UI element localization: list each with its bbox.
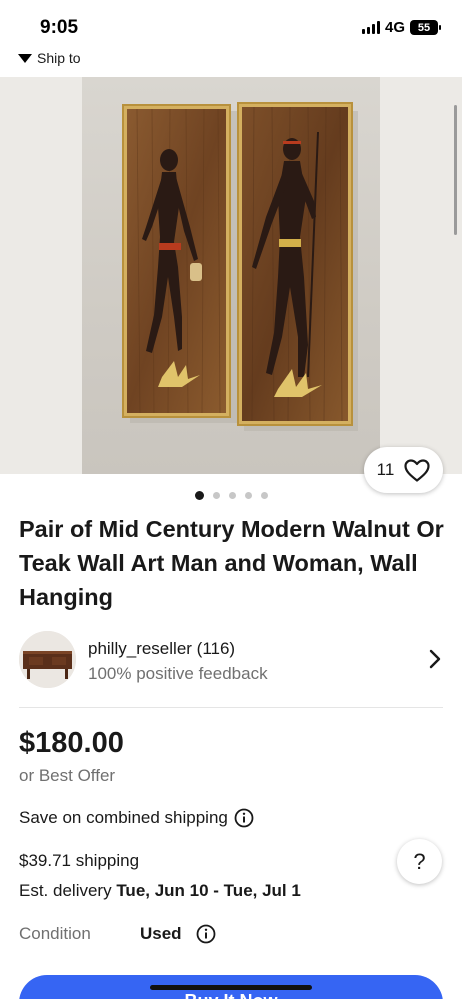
pagination-dot[interactable] bbox=[228, 492, 236, 499]
pagination-dot[interactable] bbox=[212, 492, 220, 499]
heart-icon bbox=[404, 458, 430, 482]
condition-value: Used bbox=[140, 924, 182, 943]
seller-feedback: 100% positive feedback bbox=[88, 664, 268, 683]
status-indicators: 4G 55 bbox=[361, 19, 441, 36]
cellular-signal-icon bbox=[361, 21, 380, 34]
info-icon[interactable] bbox=[234, 808, 254, 828]
listing-title: Pair of Mid Century Modern Walnut Or Tea… bbox=[19, 516, 444, 610]
pagination-dot[interactable] bbox=[260, 492, 268, 499]
scroll-indicator bbox=[454, 105, 457, 235]
caret-down-icon bbox=[18, 53, 32, 63]
battery-icon: 55 bbox=[410, 20, 441, 35]
combined-shipping-label: Save on combined shipping bbox=[19, 808, 228, 827]
best-offer-label: or Best Offer bbox=[19, 766, 116, 785]
ship-to-selector[interactable]: Ship to bbox=[18, 50, 81, 66]
seller-info-row[interactable]: philly_reseller (116) 100% positive feed… bbox=[19, 631, 443, 689]
seller-avatar bbox=[19, 631, 76, 688]
product-photo[interactable] bbox=[82, 77, 380, 474]
watch-count: 11 bbox=[376, 460, 395, 479]
info-icon[interactable] bbox=[196, 924, 216, 944]
divider bbox=[19, 707, 443, 708]
gallery-pagination[interactable] bbox=[0, 491, 462, 500]
seller-name[interactable]: philly_reseller (116) bbox=[88, 639, 235, 659]
estimated-delivery: Est. delivery Tue, Jun 10 - Tue, Jul 1 bbox=[19, 881, 301, 901]
home-indicator bbox=[150, 985, 312, 990]
combined-shipping-row[interactable]: Save on combined shipping bbox=[19, 808, 254, 828]
pagination-dot[interactable] bbox=[244, 492, 252, 499]
help-icon: ? bbox=[413, 848, 426, 874]
seller-avatar-image bbox=[19, 631, 76, 688]
est-delivery-label: Est. delivery bbox=[19, 881, 117, 900]
chevron-right-icon[interactable] bbox=[429, 649, 441, 669]
listing-price: $180.00 bbox=[19, 727, 124, 759]
image-gallery[interactable] bbox=[0, 77, 462, 474]
ship-to-label: Ship to bbox=[37, 50, 81, 66]
network-type: 4G bbox=[384, 19, 405, 36]
battery-level: 55 bbox=[417, 21, 431, 34]
condition-label: Condition bbox=[19, 924, 91, 943]
condition-value-row: Used bbox=[140, 924, 216, 944]
wall-art-illustration bbox=[122, 102, 358, 431]
status-time: 9:05 bbox=[40, 17, 79, 38]
shipping-cost: $39.71 shipping bbox=[19, 851, 140, 870]
status-bar: 9:05 4G 55 bbox=[0, 0, 462, 50]
pagination-dot[interactable] bbox=[194, 491, 204, 500]
watch-button[interactable]: 11 bbox=[364, 447, 443, 493]
est-delivery-dates: Tue, Jun 10 - Tue, Jul 1 bbox=[116, 881, 301, 900]
help-button[interactable]: ? bbox=[397, 839, 442, 884]
